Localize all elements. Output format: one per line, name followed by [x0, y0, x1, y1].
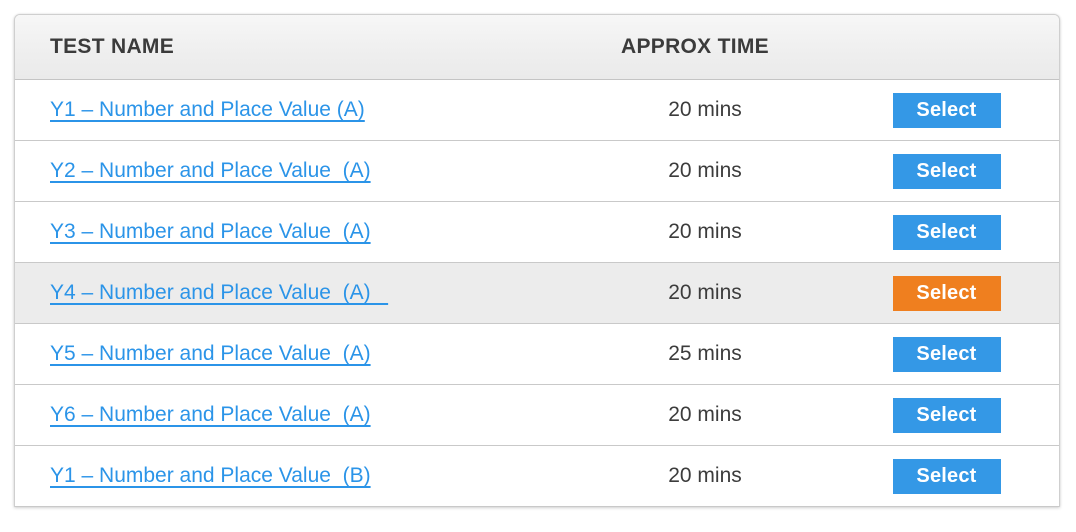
- table-row[interactable]: Y5 – Number and Place Value (A) 25 mins Se…: [15, 324, 1059, 385]
- cell-approx-time: 20 mins: [668, 98, 742, 121]
- table-row[interactable]: Y1 – Number and Place Value (B) 20 mins Se…: [15, 446, 1059, 507]
- cell-action: Select: [835, 458, 1058, 494]
- cell-test-name: Y1 – Number and Place Value (A): [15, 98, 575, 122]
- cell-approx-time: 20 mins: [668, 220, 742, 243]
- cell-test-name: Y2 – Number and Place Value (A): [15, 159, 575, 183]
- select-button[interactable]: Select: [892, 153, 1001, 189]
- table-row[interactable]: Y4 – Number and Place Value (A) 20 mins S…: [15, 263, 1059, 324]
- cell-approx-time: 20 mins: [668, 403, 742, 426]
- cell-approx-time: 25 mins: [668, 342, 742, 365]
- table-row[interactable]: Y2 – Number and Place Value (A) 20 mins Se…: [15, 141, 1059, 202]
- test-name-link[interactable]: Y6 – Number and Place Value (A): [50, 403, 371, 426]
- cell-test-name: Y5 – Number and Place Value (A): [15, 342, 575, 366]
- test-name-link[interactable]: Y3 – Number and Place Value (A): [50, 220, 371, 243]
- cell-test-name: Y1 – Number and Place Value (B): [15, 464, 575, 488]
- cell-action: Select: [835, 336, 1058, 372]
- table-row[interactable]: Y1 – Number and Place Value (A) 20 mins Se…: [15, 80, 1059, 141]
- test-name-link[interactable]: Y2 – Number and Place Value (A): [50, 159, 371, 182]
- test-name-link[interactable]: Y1 – Number and Place Value (B): [50, 464, 371, 487]
- test-list-panel: TEST NAME APPROX TIME Y1 – Number and Pl…: [14, 14, 1060, 507]
- cell-test-name: Y6 – Number and Place Value (A): [15, 403, 575, 427]
- cell-action: Select: [835, 397, 1058, 433]
- select-button[interactable]: Select: [892, 458, 1001, 494]
- select-button[interactable]: Select: [892, 92, 1001, 128]
- select-button[interactable]: Select: [892, 275, 1001, 311]
- cell-approx-time: 20 mins: [668, 464, 742, 487]
- cell-action: Select: [835, 153, 1058, 189]
- select-button[interactable]: Select: [892, 214, 1001, 250]
- table-header-row: TEST NAME APPROX TIME: [15, 15, 1059, 80]
- table-body: Y1 – Number and Place Value (A) 20 mins Se…: [15, 80, 1059, 507]
- column-header-test-name: TEST NAME: [50, 35, 175, 58]
- test-name-link[interactable]: Y4 – Number and Place Value (A): [50, 281, 388, 304]
- cell-approx-time: 20 mins: [668, 159, 742, 182]
- cell-approx-time: 20 mins: [668, 281, 742, 304]
- table-row[interactable]: Y3 – Number and Place Value (A) 20 mins Se…: [15, 202, 1059, 263]
- cell-action: Select: [835, 275, 1058, 311]
- cell-test-name: Y4 – Number and Place Value (A): [15, 281, 575, 305]
- cell-test-name: Y3 – Number and Place Value (A): [15, 220, 575, 244]
- test-name-link[interactable]: Y1 – Number and Place Value (A): [50, 98, 365, 121]
- select-button[interactable]: Select: [892, 336, 1001, 372]
- select-button[interactable]: Select: [892, 397, 1001, 433]
- page-root: TEST NAME APPROX TIME Y1 – Number and Pl…: [0, 0, 1076, 532]
- cell-action: Select: [835, 214, 1058, 250]
- column-header-approx-time: APPROX TIME: [621, 35, 769, 58]
- cell-action: Select: [835, 92, 1058, 128]
- table-row[interactable]: Y6 – Number and Place Value (A) 20 mins Se…: [15, 385, 1059, 446]
- test-name-link[interactable]: Y5 – Number and Place Value (A): [50, 342, 371, 365]
